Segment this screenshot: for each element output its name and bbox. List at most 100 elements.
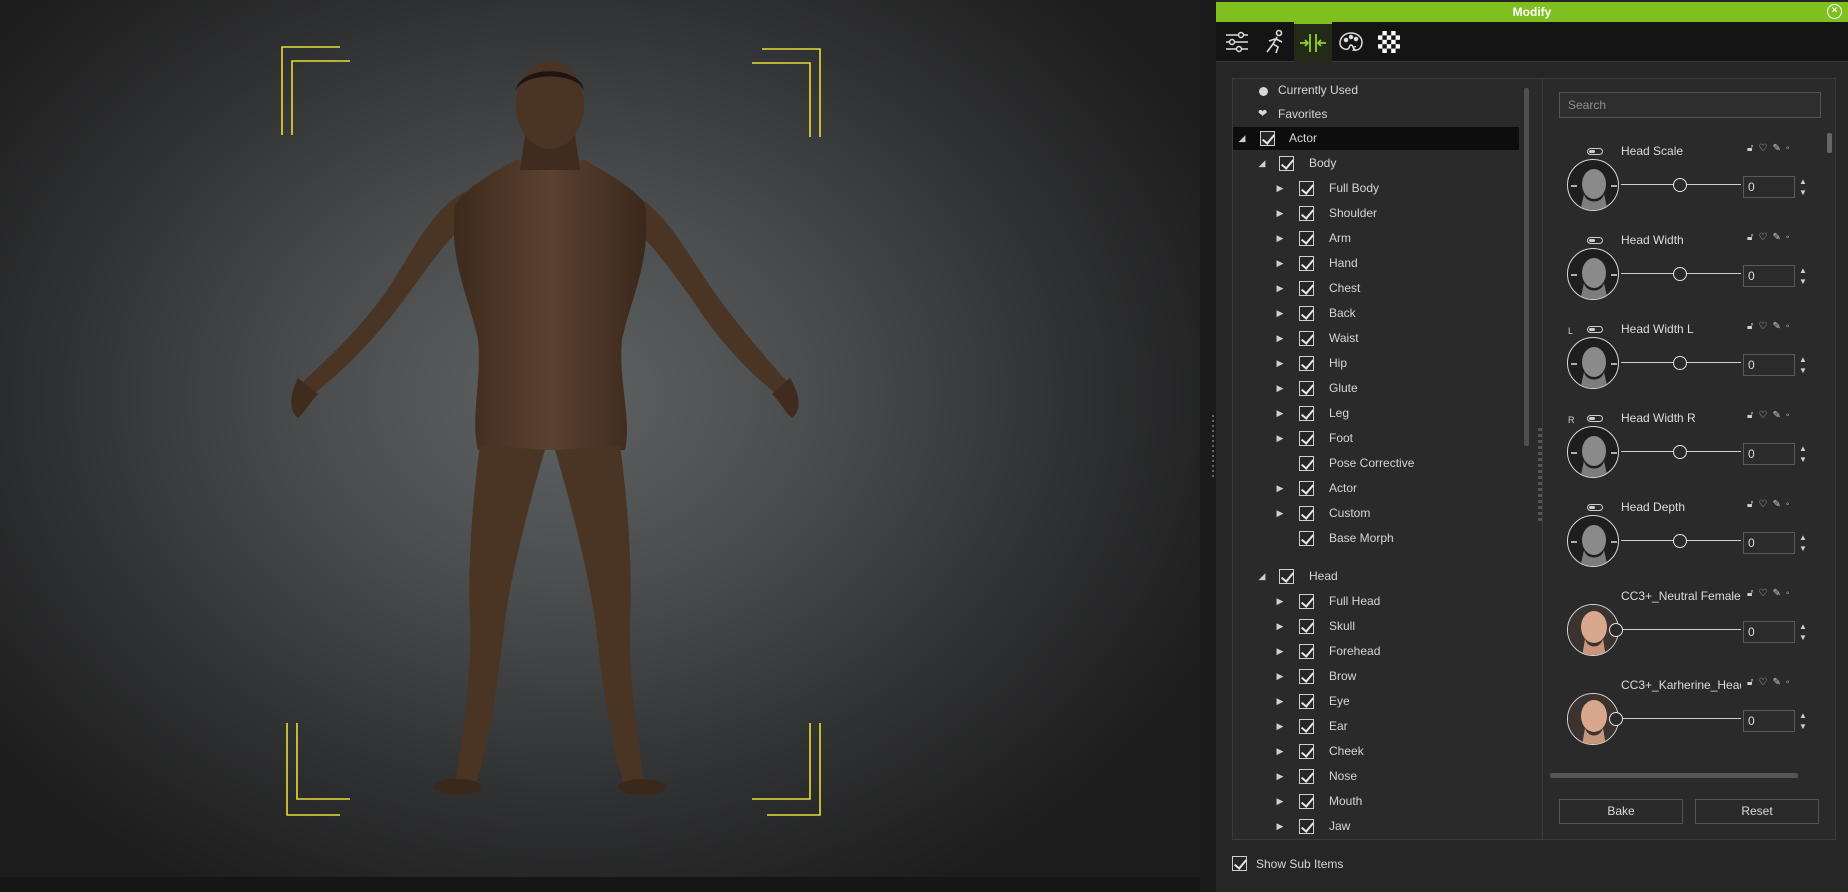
tree-item-favorites[interactable]: ❤ Favorites xyxy=(1233,103,1519,126)
edit-pencil-icon[interactable]: ✎ xyxy=(1772,321,1785,332)
tree-item[interactable]: ▶ Jaw xyxy=(1233,815,1519,838)
slider-knob[interactable] xyxy=(1609,623,1623,637)
tree-item[interactable]: ▶ Foot xyxy=(1233,427,1519,450)
expand-arrow-icon[interactable]: ▶ xyxy=(1273,590,1287,613)
slider-knob[interactable] xyxy=(1673,267,1687,281)
tree-checkbox[interactable] xyxy=(1279,156,1294,171)
tab-morph[interactable] xyxy=(1294,22,1332,62)
tree-scrollbar[interactable] xyxy=(1524,88,1529,446)
edit-pencil-icon[interactable]: ✎ xyxy=(1772,232,1785,243)
slider-value-field[interactable]: 0 xyxy=(1743,443,1795,465)
splitter-grip-icon[interactable] xyxy=(1212,415,1214,477)
tree-item[interactable]: ▶ Brow xyxy=(1233,665,1519,688)
expand-arrow-icon[interactable]: ▶ xyxy=(1273,227,1287,250)
tree-checkbox[interactable] xyxy=(1299,594,1314,609)
lock-icon[interactable]: 🔓︎ xyxy=(1747,321,1758,332)
settings-dot-icon[interactable]: ◦ xyxy=(1786,588,1795,599)
tree-checkbox[interactable] xyxy=(1299,306,1314,321)
expand-arrow-icon[interactable]: ▶ xyxy=(1273,277,1287,300)
expand-arrow-icon[interactable]: ▶ xyxy=(1273,327,1287,350)
expand-arrow-icon[interactable]: ▶ xyxy=(1273,690,1287,713)
settings-dot-icon[interactable]: ◦ xyxy=(1786,321,1795,332)
settings-dot-icon[interactable]: ◦ xyxy=(1786,410,1795,421)
tree-item-currently-used[interactable]: Currently Used xyxy=(1233,79,1519,102)
slider-track[interactable] xyxy=(1615,718,1741,719)
slider-vertical-scrollbar[interactable] xyxy=(1827,133,1832,153)
tree-checkbox[interactable] xyxy=(1299,481,1314,496)
3d-viewport[interactable] xyxy=(0,0,1200,877)
toggle-icon[interactable] xyxy=(1587,415,1603,422)
tree-item[interactable]: ▶ Full Body xyxy=(1233,177,1519,200)
expand-arrow-icon[interactable]: ▶ xyxy=(1273,352,1287,375)
tree-checkbox[interactable] xyxy=(1299,381,1314,396)
expand-arrow-icon[interactable]: ▶ xyxy=(1273,665,1287,688)
expand-arrow-icon[interactable]: ▶ xyxy=(1273,477,1287,500)
favorite-heart-icon[interactable]: ♡ xyxy=(1758,499,1772,510)
slider-value-field[interactable]: 0 xyxy=(1743,621,1795,643)
lock-icon[interactable]: 🔓︎ xyxy=(1747,232,1758,243)
toggle-icon[interactable] xyxy=(1587,504,1603,511)
tree-item[interactable]: Pose Corrective xyxy=(1233,452,1519,475)
spinner-arrows-icon[interactable]: ▲ ▼ xyxy=(1797,354,1809,376)
tree-checkbox[interactable] xyxy=(1279,569,1294,584)
expand-arrow-icon[interactable]: ▶ xyxy=(1273,252,1287,275)
expand-arrow-icon[interactable]: ▶ xyxy=(1273,765,1287,788)
morph-category-tree[interactable]: Currently Used ❤ Favorites ◢ Actor ◢ Bod… xyxy=(1232,78,1552,840)
tree-checkbox[interactable] xyxy=(1299,744,1314,759)
slider-value-field[interactable]: 0 xyxy=(1743,354,1795,376)
tree-item[interactable]: ▶ Cheek xyxy=(1233,740,1519,763)
tree-item[interactable]: ▶ Full Head xyxy=(1233,590,1519,613)
tree-item[interactable]: ▶ Forehead xyxy=(1233,640,1519,663)
settings-dot-icon[interactable]: ◦ xyxy=(1786,143,1795,154)
tree-checkbox[interactable] xyxy=(1299,694,1314,709)
spinner-arrows-icon[interactable]: ▲ ▼ xyxy=(1797,621,1809,643)
tree-item[interactable]: ▶ Hip xyxy=(1233,352,1519,375)
tree-item[interactable]: ▶ Hand xyxy=(1233,252,1519,275)
settings-dot-icon[interactable]: ◦ xyxy=(1786,677,1795,688)
tab-sliders[interactable] xyxy=(1218,22,1256,62)
tree-item[interactable]: ▶ Skull xyxy=(1233,615,1519,638)
tree-checkbox[interactable] xyxy=(1299,206,1314,221)
lock-icon[interactable]: 🔓︎ xyxy=(1747,677,1758,688)
favorite-heart-icon[interactable]: ♡ xyxy=(1758,588,1772,599)
tree-checkbox[interactable] xyxy=(1299,456,1314,471)
slider-value-field[interactable]: 0 xyxy=(1743,176,1795,198)
edit-pencil-icon[interactable]: ✎ xyxy=(1772,143,1785,154)
tree-checkbox[interactable] xyxy=(1299,281,1314,296)
spinner-arrows-icon[interactable]: ▲ ▼ xyxy=(1797,443,1809,465)
slider-knob[interactable] xyxy=(1673,178,1687,192)
tree-checkbox[interactable] xyxy=(1299,719,1314,734)
expand-arrow-icon[interactable]: ▶ xyxy=(1273,177,1287,200)
tree-checkbox[interactable] xyxy=(1299,531,1314,546)
collapse-arrow-icon[interactable]: ◢ xyxy=(1235,127,1249,150)
tree-checkbox[interactable] xyxy=(1299,669,1314,684)
tree-checkbox[interactable] xyxy=(1299,431,1314,446)
tab-texture[interactable] xyxy=(1370,22,1408,62)
tree-item[interactable]: ▶ Leg xyxy=(1233,402,1519,425)
tree-item[interactable]: ▶ Arm xyxy=(1233,227,1519,250)
tree-checkbox[interactable] xyxy=(1299,231,1314,246)
spinner-arrows-icon[interactable]: ▲ ▼ xyxy=(1797,265,1809,287)
expand-arrow-icon[interactable]: ▶ xyxy=(1273,302,1287,325)
expand-arrow-icon[interactable]: ▶ xyxy=(1273,640,1287,663)
favorite-heart-icon[interactable]: ♡ xyxy=(1758,232,1772,243)
tree-item[interactable]: ▶ Waist xyxy=(1233,327,1519,350)
slider-knob[interactable] xyxy=(1673,534,1687,548)
tree-checkbox[interactable] xyxy=(1299,331,1314,346)
slider-value-field[interactable]: 0 xyxy=(1743,710,1795,732)
edit-pencil-icon[interactable]: ✎ xyxy=(1772,677,1785,688)
slider-knob[interactable] xyxy=(1673,356,1687,370)
settings-dot-icon[interactable]: ◦ xyxy=(1786,232,1795,243)
expand-arrow-icon[interactable]: ▶ xyxy=(1273,740,1287,763)
expand-arrow-icon[interactable]: ▶ xyxy=(1273,502,1287,525)
tree-item-actor[interactable]: ◢ Actor xyxy=(1233,127,1519,150)
edit-pencil-icon[interactable]: ✎ xyxy=(1772,499,1785,510)
slider-knob[interactable] xyxy=(1609,712,1623,726)
character-model[interactable] xyxy=(0,0,1200,877)
tree-checkbox[interactable] xyxy=(1299,619,1314,634)
expand-arrow-icon[interactable]: ▶ xyxy=(1273,427,1287,450)
edit-pencil-icon[interactable]: ✎ xyxy=(1772,410,1785,421)
tree-checkbox[interactable] xyxy=(1299,256,1314,271)
close-icon[interactable]: × xyxy=(1827,4,1842,19)
collapse-arrow-icon[interactable]: ◢ xyxy=(1255,565,1269,588)
